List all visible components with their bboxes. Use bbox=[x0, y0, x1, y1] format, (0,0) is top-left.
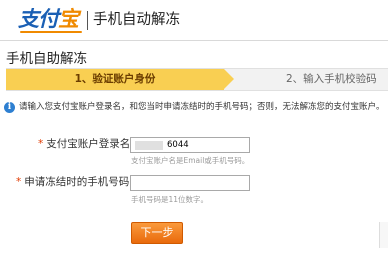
step-progress-bar: 1、验证账户身份 2、输入手机校验码 bbox=[6, 68, 388, 91]
info-icon: i bbox=[4, 102, 15, 113]
header-separator bbox=[87, 11, 88, 30]
step-arrow bbox=[224, 69, 234, 89]
section-title: 手机自助解冻 bbox=[6, 51, 87, 67]
account-hint: 支付宝账户名是Email或手机号码。 bbox=[131, 156, 250, 165]
redacted-text bbox=[135, 141, 163, 150]
step-1-label: 1、验证账户身份 bbox=[74, 73, 156, 85]
info-message: 请输入您支付宝账户登录名，和您当时申请冻结时的手机号码；否则，无法解冻您的支付宝… bbox=[19, 102, 385, 112]
required-mark: * bbox=[16, 176, 22, 188]
account-label: * 支付宝账户登录名： bbox=[38, 138, 141, 150]
app-title: 手机自动解冻 bbox=[93, 12, 180, 28]
alipay-logo[interactable]: 支付宝 bbox=[18, 6, 79, 32]
logo-underline bbox=[20, 31, 82, 33]
header-bar: 支付宝 手机自动解冻 bbox=[0, 0, 388, 38]
next-step-button[interactable]: 下一步 bbox=[131, 222, 183, 244]
phone-label: * 申请冻结时的手机号码： bbox=[16, 176, 140, 188]
phone-input[interactable] bbox=[130, 175, 250, 191]
header-divider bbox=[0, 40, 388, 41]
required-mark: * bbox=[38, 138, 44, 150]
phone-hint: 手机号码是11位数字。 bbox=[131, 195, 209, 204]
account-value: 6044 bbox=[167, 140, 189, 150]
step-2-label: 2、输入手机校验码 bbox=[286, 73, 377, 85]
scrollbar-edge[interactable] bbox=[379, 222, 388, 248]
account-input[interactable]: 6044 bbox=[130, 137, 250, 153]
